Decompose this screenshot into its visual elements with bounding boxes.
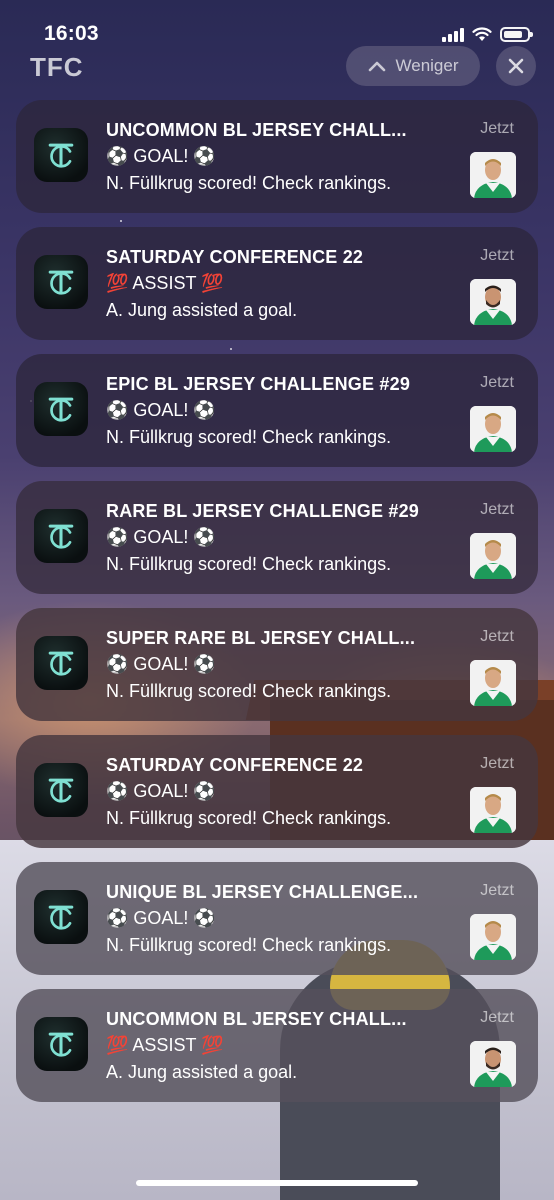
notification-body: N. Füllkrug scored! Check rankings. [106, 427, 392, 447]
notification-card[interactable]: SATURDAY CONFERENCE 22 💯 ASSIST 💯 A. Jun… [16, 227, 538, 340]
player-avatar [470, 1041, 516, 1087]
clear-group-button[interactable] [496, 46, 536, 86]
notification-body: N. Füllkrug scored! Check rankings. [106, 681, 392, 701]
notification-time: Jetzt [480, 628, 514, 645]
notification-title: SATURDAY CONFERENCE 22 [106, 755, 364, 775]
notification-headline: ⚽ GOAL! ⚽ [106, 654, 216, 674]
notification-body: A. Jung assisted a goal. [106, 300, 298, 320]
notification-time: Jetzt [480, 374, 514, 391]
tfc-logo-icon [48, 651, 74, 676]
chevron-up-icon [368, 61, 385, 72]
player-avatar [470, 406, 516, 452]
notification-time: Jetzt [480, 501, 514, 518]
notification-title: SUPER RARE BL JERSEY CHALL... [106, 628, 416, 648]
notification-headline: ⚽ GOAL! ⚽ [106, 400, 216, 420]
notification-headline: ⚽ GOAL! ⚽ [106, 908, 216, 928]
tfc-app-icon [34, 128, 88, 182]
notification-title: UNCOMMON BL JERSEY CHALL... [106, 1009, 407, 1029]
notification-headline: ⚽ GOAL! ⚽ [106, 146, 216, 166]
tfc-app-icon [34, 1017, 88, 1071]
notification-time: Jetzt [480, 247, 514, 264]
notification-headline: ⚽ GOAL! ⚽ [106, 527, 216, 547]
player-avatar [470, 533, 516, 579]
notification-card[interactable]: EPIC BL JERSEY CHALLENGE #29 ⚽ GOAL! ⚽ N… [16, 354, 538, 467]
notification-title: RARE BL JERSEY CHALLENGE #29 [106, 501, 420, 521]
notification-headline: 💯 ASSIST 💯 [106, 1035, 224, 1055]
home-indicator[interactable] [136, 1180, 418, 1186]
notification-title: UNCOMMON BL JERSEY CHALL... [106, 120, 407, 140]
tfc-app-icon [34, 890, 88, 944]
tfc-logo-icon [48, 1032, 74, 1057]
tfc-logo-icon [48, 778, 74, 803]
notification-group-header: TFC Weniger [0, 40, 554, 90]
notification-body: N. Füllkrug scored! Check rankings. [106, 554, 392, 574]
notification-headline: ⚽ GOAL! ⚽ [106, 781, 216, 801]
notification-title: EPIC BL JERSEY CHALLENGE #29 [106, 374, 411, 394]
notification-body: N. Füllkrug scored! Check rankings. [106, 808, 392, 828]
notification-time: Jetzt [480, 882, 514, 899]
notification-card[interactable]: UNCOMMON BL JERSEY CHALL... 💯 ASSIST 💯 A… [16, 989, 538, 1102]
tfc-logo-icon [48, 143, 74, 168]
player-avatar [470, 787, 516, 833]
notification-title: SATURDAY CONFERENCE 22 [106, 247, 364, 267]
notification-card[interactable]: UNCOMMON BL JERSEY CHALL... ⚽ GOAL! ⚽ N.… [16, 100, 538, 213]
tfc-logo-icon [48, 397, 74, 422]
notification-card[interactable]: RARE BL JERSEY CHALLENGE #29 ⚽ GOAL! ⚽ N… [16, 481, 538, 594]
show-less-label: Weniger [395, 56, 459, 75]
notification-body: A. Jung assisted a goal. [106, 1062, 298, 1082]
tfc-app-icon [34, 255, 88, 309]
notification-title: UNIQUE BL JERSEY CHALLENGE... [106, 882, 419, 902]
notification-headline: 💯 ASSIST 💯 [106, 273, 224, 293]
tfc-app-icon [34, 382, 88, 436]
show-less-button[interactable]: Weniger [346, 46, 480, 86]
player-avatar [470, 279, 516, 325]
notification-body: N. Füllkrug scored! Check rankings. [106, 173, 392, 193]
notification-time: Jetzt [480, 120, 514, 137]
player-avatar [470, 152, 516, 198]
notification-card[interactable]: SUPER RARE BL JERSEY CHALL... ⚽ GOAL! ⚽ … [16, 608, 538, 721]
notification-time: Jetzt [480, 755, 514, 772]
notification-card[interactable]: UNIQUE BL JERSEY CHALLENGE... ⚽ GOAL! ⚽ … [16, 862, 538, 975]
notification-time: Jetzt [480, 1009, 514, 1026]
notification-body: N. Füllkrug scored! Check rankings. [106, 935, 392, 955]
notification-list: UNCOMMON BL JERSEY CHALL... ⚽ GOAL! ⚽ N.… [16, 100, 538, 1116]
tfc-app-icon [34, 763, 88, 817]
tfc-logo-icon [48, 270, 74, 295]
tfc-logo-icon [48, 905, 74, 930]
player-avatar [470, 914, 516, 960]
tfc-app-icon [34, 636, 88, 690]
tfc-app-icon [34, 509, 88, 563]
close-icon [508, 58, 524, 74]
notification-card[interactable]: SATURDAY CONFERENCE 22 ⚽ GOAL! ⚽ N. Füll… [16, 735, 538, 848]
player-avatar [470, 660, 516, 706]
group-app-name: TFC [30, 52, 84, 82]
tfc-logo-icon [48, 524, 74, 549]
